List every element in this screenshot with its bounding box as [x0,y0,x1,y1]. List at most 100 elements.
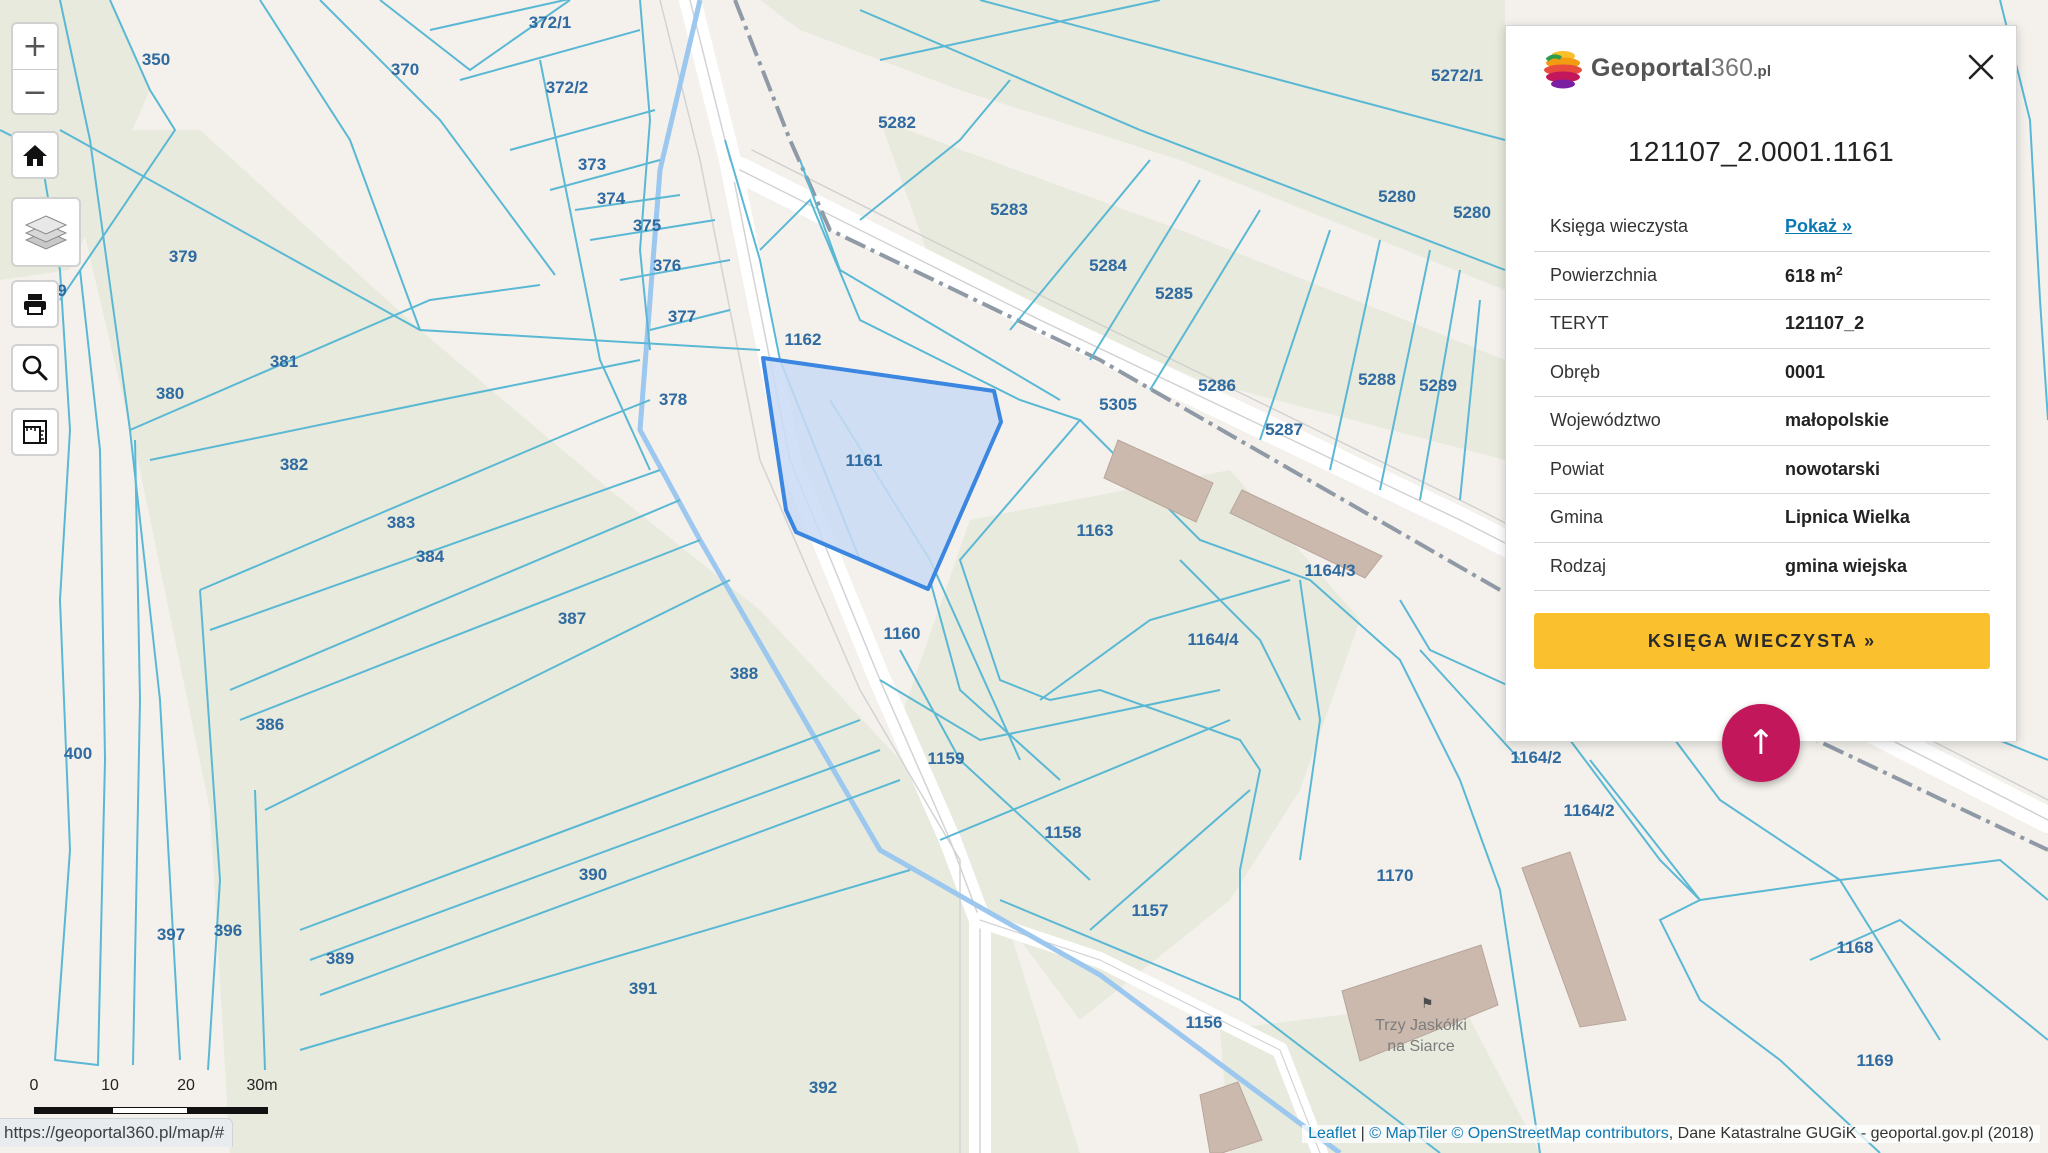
parcel-label: 5283 [990,200,1028,219]
row-value: 121107_2 [1785,299,1990,349]
table-row: Obręb 0001 [1534,348,1990,397]
zoom-out-button[interactable]: − [13,70,57,115]
parcel-label: 5287 [1265,420,1303,439]
parcel-label: 372/1 [529,13,572,32]
parcel-label: 396 [214,921,242,940]
table-row: Powierzchnia 618 m2 [1534,251,1990,300]
search-icon [13,346,57,390]
logo-text: Geoportal360.pl [1591,53,1772,82]
land-register-button[interactable]: KSIĘGA WIECZYSTA » [1534,613,1990,669]
maptiler-link[interactable]: © MapTiler [1369,1125,1447,1142]
parcel-label: 390 [579,865,607,884]
row-label: Powiat [1534,445,1785,494]
parcel-label: 389 [326,949,354,968]
parcel-label: 1161 [846,451,883,470]
land-register-link[interactable]: Pokaż » [1785,216,1852,236]
parcel-label: 1159 [928,749,965,768]
parcel-label: 1164/3 [1304,561,1355,580]
row-value: gmina wiejska [1785,542,1990,591]
parcel-label: 5289 [1419,376,1457,395]
scale-graphic [34,1107,268,1114]
parcel-label: 1160 [884,624,921,643]
parcel-label: 392 [809,1078,837,1097]
parcel-label: 384 [416,547,445,566]
parcel-label: 1158 [1045,823,1082,842]
parcel-label: 5288 [1358,370,1396,389]
layers-button[interactable] [11,197,81,267]
scale-label: 20 [177,1077,195,1094]
row-label: Powierzchnia [1534,251,1785,300]
parcel-label: 386 [256,715,284,734]
parcel-label: 1157 [1132,901,1169,920]
leaflet-link[interactable]: Leaflet [1308,1125,1356,1142]
attribution-separator: | [1356,1125,1370,1142]
parcel-label: 373 [578,155,606,174]
arrow-up-icon: ↑ [1746,723,1776,763]
geoportal-logo[interactable]: Geoportal360.pl [1541,46,1771,90]
parcel-label: 377 [668,307,696,326]
parcel-label: 1169 [1857,1051,1894,1070]
zoom-control: + − [11,22,59,115]
building-flag-icon: ⚑ [1421,996,1434,1012]
parcel-label: 378 [659,390,687,409]
building-label-line2: na Siarce [1387,1038,1455,1055]
parcel-label: 1156 [1186,1013,1223,1032]
row-value: małopolskie [1785,396,1990,446]
parcel-label: 379 [169,247,197,266]
row-label: Gmina [1534,493,1785,543]
parcel-label: 383 [387,513,415,532]
parcel-label: 5282 [878,113,916,132]
osm-link[interactable]: © OpenStreetMap contributors [1452,1125,1669,1142]
measure-button[interactable] [11,408,59,456]
row-label: Księga wieczysta [1534,203,1785,252]
search-button[interactable] [11,344,59,392]
parcel-label: 5280 [1453,203,1491,222]
parcel-id-title: 121107_2.0001.1161 [1628,136,1894,167]
parcel-label: 400 [64,744,92,763]
scale-label: 0 [29,1077,39,1094]
attribution-text: , Dane Katastralne GUGiK - geoportal.gov… [1668,1125,2034,1142]
row-label: Obręb [1534,348,1785,397]
close-button[interactable] [1966,52,1996,82]
parcel-attributes-table: Księga wieczysta Pokaż » Powierzchnia 618 … [1534,203,1990,591]
scale-bar: 0 10 20 30m [28,1077,278,1114]
table-row: Księga wieczysta Pokaż » [1534,203,1990,252]
scroll-up-button[interactable]: ↑ [1722,704,1800,782]
close-icon [1968,54,1994,80]
parcel-label: 5284 [1089,256,1127,275]
parcel-label: 374 [597,189,626,208]
row-label: TERYT [1534,299,1785,349]
scale-label: 10 [101,1077,119,1094]
parcel-label: 370 [391,60,419,79]
home-button[interactable] [11,131,59,179]
parcel-label: 372/2 [546,78,589,97]
map-attribution: Leaflet | © MapTiler © OpenStreetMap con… [1302,1125,2040,1143]
parcel-label: 5272/1 [1431,66,1483,85]
parcel-label: 1164/2 [1563,801,1614,820]
print-button[interactable] [11,280,59,328]
row-value: Lipnica Wielka [1785,493,1990,543]
home-icon [13,133,57,177]
parcel-label: 397 [157,925,185,944]
row-label: Rodzaj [1534,542,1785,591]
parcel-label: 5286 [1198,376,1236,395]
row-value: nowotarski [1785,445,1990,494]
ruler-icon [13,410,57,454]
parcel-label: 1164/2 [1510,748,1561,767]
parcel-label: 1170 [1377,866,1414,885]
table-row: TERYT 121107_2 [1534,299,1990,349]
parcel-label: 5305 [1099,395,1137,414]
parcel-label: 1163 [1077,521,1114,540]
parcel-label: 387 [558,609,586,628]
zoom-in-button[interactable]: + [13,24,57,69]
row-value: 0001 [1785,348,1990,397]
parcel-label: 5285 [1155,284,1193,303]
parcel-label: 375 [633,216,661,235]
table-row: Gmina Lipnica Wielka [1534,493,1990,543]
table-row: Powiat nowotarski [1534,445,1990,494]
table-row: Województwo małopolskie [1534,396,1990,446]
parcel-label: 1168 [1837,938,1874,957]
row-value: 618 m2 [1785,251,1990,300]
building-label: Trzy Jaskółki [1375,1017,1467,1034]
parcel-label: 381 [270,352,298,371]
